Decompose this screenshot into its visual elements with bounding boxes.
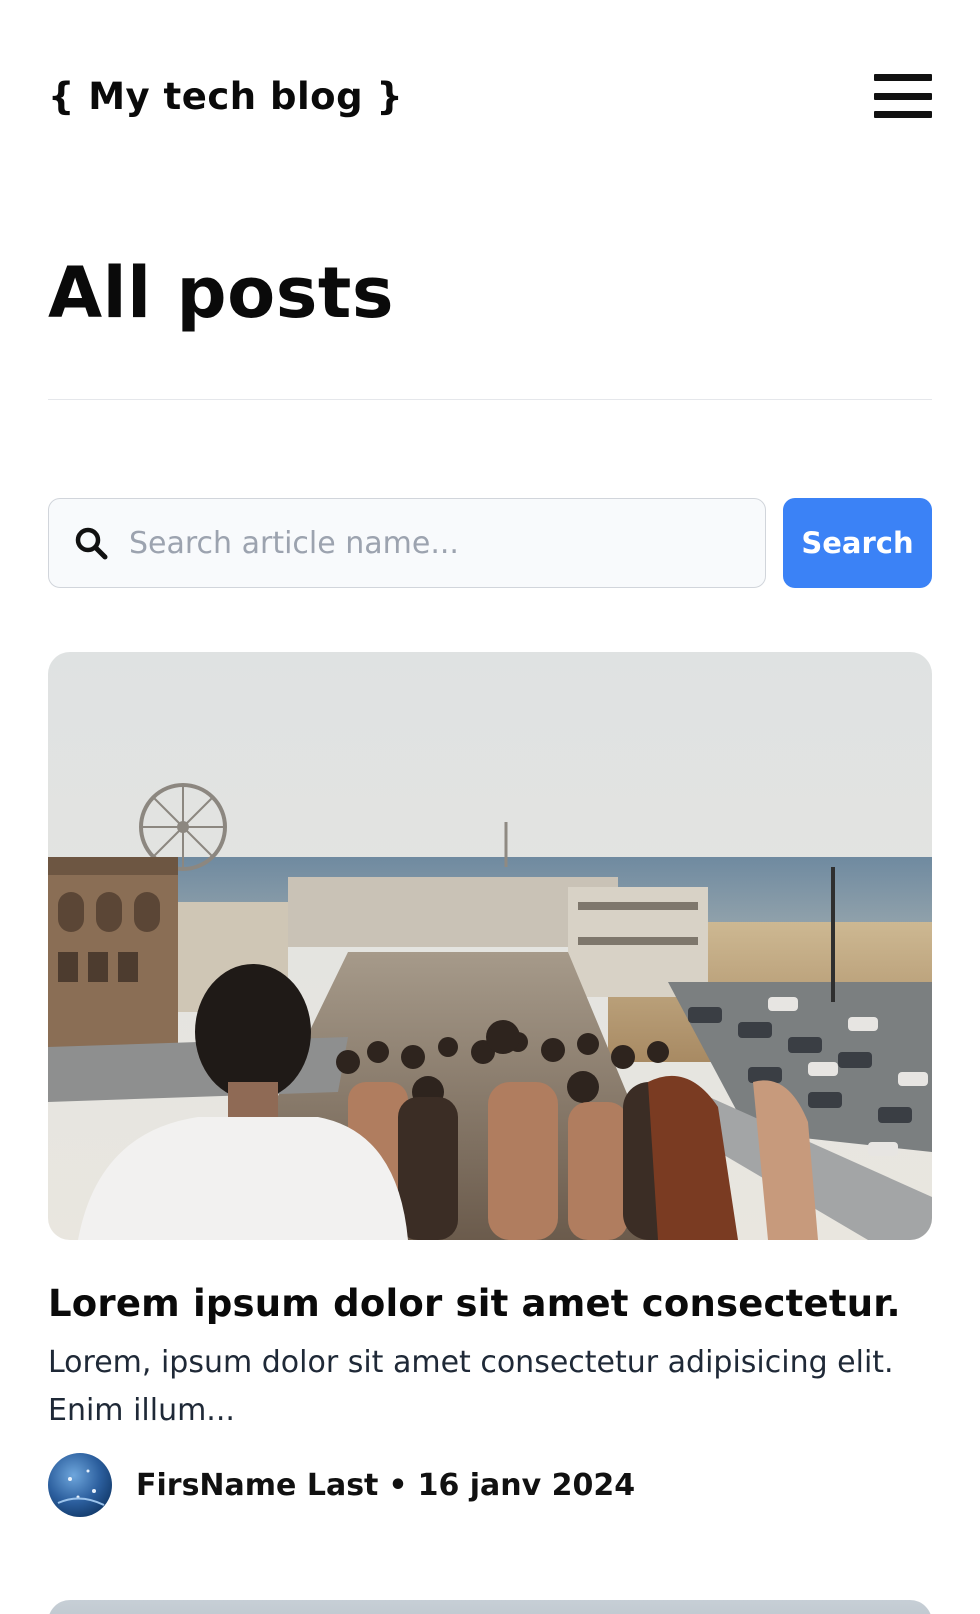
menu-bar: [874, 74, 932, 81]
post-author[interactable]: FirsName Last: [136, 1468, 378, 1503]
divider: [48, 399, 932, 400]
page-title: All posts: [48, 252, 395, 334]
post-title[interactable]: Lorem ipsum dolor sit amet consectetur.: [48, 1282, 932, 1325]
site-header: { My tech blog }: [48, 66, 932, 126]
hamburger-menu-icon[interactable]: [874, 74, 932, 118]
post-meta: FirsName Last • 16 janv 2024: [48, 1453, 932, 1517]
meta-separator: •: [388, 1467, 408, 1503]
menu-bar: [874, 111, 932, 118]
search-icon: [71, 523, 111, 563]
site-logo[interactable]: { My tech blog }: [48, 75, 403, 118]
search-button[interactable]: Search: [783, 498, 932, 588]
page: { My tech blog } All posts Search articl…: [0, 0, 980, 1614]
search-box: [48, 498, 766, 588]
menu-bar: [874, 92, 932, 100]
avatar: [48, 1453, 112, 1517]
search-input[interactable]: [129, 499, 765, 587]
post-card[interactable]: Lorem ipsum dolor sit amet consectetur. …: [48, 652, 932, 1517]
post-image[interactable]: [48, 652, 932, 1240]
next-post-image-partial[interactable]: [48, 1600, 932, 1614]
post-date: 16 janv 2024: [417, 1467, 636, 1503]
post-byline: FirsName Last • 16 janv 2024: [136, 1468, 635, 1503]
post-excerpt: Lorem, ipsum dolor sit amet consectetur …: [48, 1345, 894, 1428]
